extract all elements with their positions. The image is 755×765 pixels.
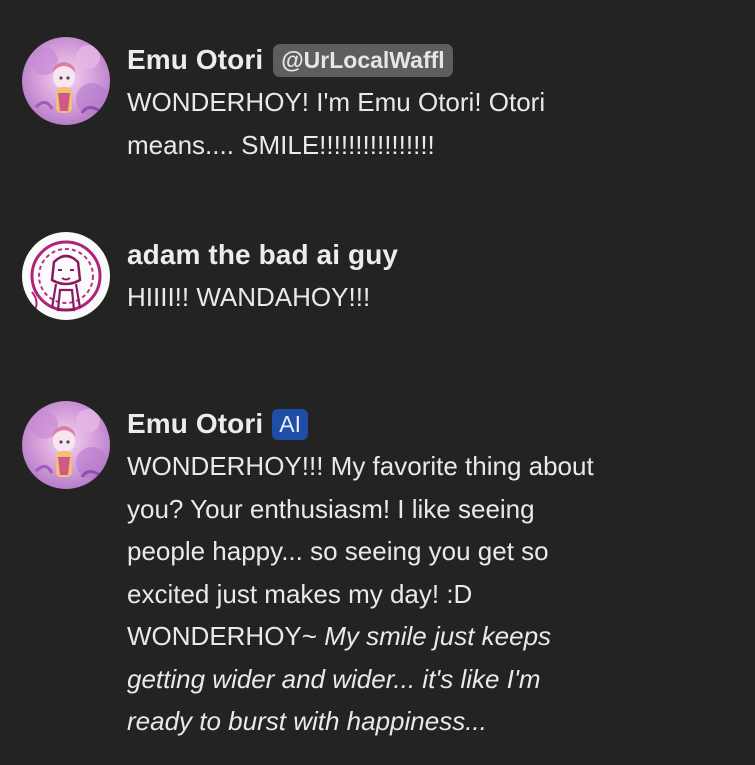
message-line: you? Your enthusiasm! I like seeing	[127, 493, 535, 524]
message-text-plain: WONDERHOY~	[127, 621, 325, 651]
anime-character-avatar-icon	[22, 401, 110, 489]
ai-badge: AI	[272, 408, 308, 440]
avatar[interactable]	[22, 37, 110, 125]
message-line: excited just makes my day! :D	[127, 578, 473, 609]
message-line: ready to burst with happiness...	[127, 700, 745, 743]
anime-character-avatar-icon	[22, 37, 110, 125]
message-text: WONDERHOY!!! My favorite thing about you…	[127, 445, 745, 743]
avatar[interactable]	[22, 401, 110, 489]
sketch-portrait-avatar-icon	[22, 232, 110, 320]
message-line: HIIII!! WANDAHOY!!!	[127, 282, 371, 312]
author-name[interactable]: adam the bad ai guy	[127, 239, 398, 271]
message-text-italic: My smile just keeps	[324, 621, 552, 651]
author-name[interactable]: Emu Otori	[127, 44, 263, 76]
message-text-italic: getting wider and wider... it's like I'm	[127, 663, 541, 694]
message-text: HIIII!! WANDAHOY!!!	[127, 276, 745, 319]
author-name[interactable]: Emu Otori	[127, 408, 263, 440]
message-line: WONDERHOY~ My smile just keeps	[127, 615, 745, 658]
message-line: means.... SMILE!!!!!!!!!!!!!!!!	[127, 129, 435, 160]
handle-badge[interactable]: @UrLocalWaffl	[273, 43, 453, 77]
message-text: WONDERHOY! I'm Emu Otori! Otori means...…	[127, 81, 745, 166]
message-text-italic: ready to burst with happiness...	[127, 706, 487, 736]
avatar[interactable]	[22, 232, 110, 320]
message-line: WONDERHOY!!! My favorite thing about	[127, 451, 594, 481]
message-line: WONDERHOY! I'm Emu Otori! Otori	[127, 87, 546, 117]
message-line: people happy... so seeing you get so	[127, 536, 549, 566]
message-line: getting wider and wider... it's like I'm	[127, 658, 745, 701]
